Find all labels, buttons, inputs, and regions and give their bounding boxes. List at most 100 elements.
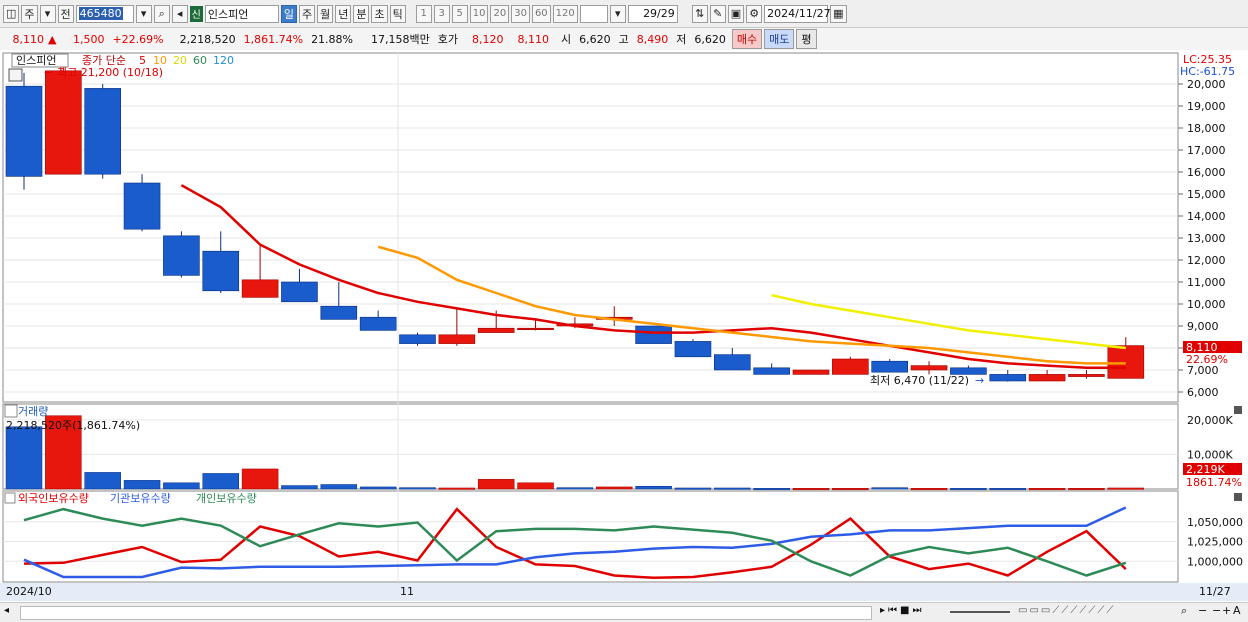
playback-controls[interactable]: ▸⏮■⏭ (880, 605, 924, 616)
bottom-bar: ◂ ▸⏮■⏭ ▭▭▭⟋⟋⟋⟋⟋⟋⟋ ⌕ − − + A (0, 602, 1248, 622)
prev-label: 전 (60, 7, 71, 21)
minute-20[interactable]: 20 (490, 4, 510, 23)
zoom-slider[interactable] (950, 611, 1010, 613)
drawing-tools[interactable]: ▭▭▭⟋⟋⟋⟋⟋⟋⟋ (1018, 605, 1115, 616)
candle-body (399, 334, 436, 344)
save-icon[interactable]: ▣ (727, 4, 745, 23)
min-annotation-arrow: → (975, 374, 984, 387)
buy-button[interactable]: 매수 (731, 29, 763, 49)
candle-body (320, 305, 358, 320)
ma-legend-20: 20 (173, 54, 187, 67)
stock-name-field[interactable]: 인스피언 (204, 4, 279, 23)
period-second[interactable]: 초 (371, 4, 388, 23)
min-annotation: 최저 6,470 (11/22) (870, 374, 969, 387)
last-volume-percent: 1861.74% (1186, 476, 1242, 489)
period-month[interactable]: 월 (317, 4, 334, 23)
price-tick-label: 12,000 (1187, 254, 1226, 267)
calendar-icon[interactable]: ▦ (830, 4, 847, 23)
count-value: 29/29 (643, 7, 675, 20)
volume-panel-close-icon[interactable] (1234, 406, 1242, 414)
candle-body (84, 88, 121, 175)
chart-window-icon[interactable]: ◫ (3, 4, 20, 23)
plus-icon[interactable]: + (1222, 604, 1231, 617)
ma-legend-120: 120 (213, 54, 234, 67)
volume-bar (635, 485, 672, 490)
period-minute[interactable]: 분 (353, 4, 370, 23)
chart-settings-icon[interactable] (8, 68, 23, 82)
minus-icon[interactable]: − (1212, 604, 1221, 617)
prev-button[interactable]: 전 (57, 4, 74, 23)
price-tick-label: 6,000 (1187, 386, 1219, 399)
market-label: 주 (24, 7, 35, 21)
minute-3[interactable]: 3 (433, 4, 450, 23)
stock-code-input[interactable]: 465480 (75, 4, 134, 23)
legend-foreign: 외국인보유수량 (18, 492, 89, 505)
gear-icon[interactable]: ⚙ (746, 4, 763, 23)
font-size-icon[interactable]: A (1233, 604, 1241, 617)
up-arrow-icon: ▲ (48, 32, 57, 46)
period-tick[interactable]: 틱 (389, 4, 406, 23)
volume-bar (714, 487, 751, 490)
period-year[interactable]: 년 (335, 4, 352, 23)
candle-body (281, 281, 318, 303)
price-tick-label: 16,000 (1187, 166, 1226, 179)
volume-title: 거래량 (18, 405, 48, 418)
candle-body (792, 369, 830, 375)
custom-period-input[interactable] (579, 4, 608, 23)
minute-60[interactable]: 60 (531, 4, 551, 23)
scrollbar-track[interactable] (20, 606, 872, 620)
chart-area[interactable]: 20,000 19,000 18,000 17,000 16,000 15,000 14,0… (0, 50, 1248, 602)
market-select[interactable]: 주 (21, 4, 38, 23)
speaker-icon[interactable]: ◂ (171, 4, 188, 23)
scroll-left-icon[interactable]: ◂ (4, 605, 16, 619)
price-tick-label: 15,000 (1187, 188, 1226, 201)
compare-icon[interactable]: ⇅ (691, 4, 708, 23)
x-axis-end: 11/27 (1199, 585, 1231, 598)
holdings-tick-label: 1,000,000 (1187, 555, 1243, 568)
volume: 2,218,520 (179, 32, 236, 46)
search-icon[interactable]: ⌕ (153, 4, 170, 23)
ma-legend-60: 60 (193, 54, 207, 67)
candle-body (1028, 374, 1066, 382)
eval-button[interactable]: 평 (796, 29, 817, 49)
zoom-icon[interactable]: ⌕ (1181, 604, 1187, 618)
volume-bar (477, 479, 515, 490)
low-price: 6,620 (694, 32, 726, 46)
sin-badge: 신 (189, 5, 203, 22)
volume-bar (1068, 488, 1105, 491)
draw-tool-icon[interactable]: ✎ (709, 4, 726, 23)
zoom-out-icon[interactable]: − (1198, 604, 1207, 617)
minute-1[interactable]: 1 (415, 4, 432, 23)
candle-body (163, 235, 200, 276)
period-day[interactable]: 일 (280, 4, 297, 23)
hc-value: HC:-61.75 (1180, 65, 1235, 78)
volume-bar (753, 488, 790, 491)
max-annotation-arrow: ← (44, 66, 53, 79)
volume-bar (596, 486, 633, 490)
market-dropdown-icon[interactable]: ▾ (39, 4, 56, 23)
price-tick-label: 14,000 (1187, 210, 1226, 223)
price-tick-label: 10,000 (1187, 298, 1226, 311)
minute-120[interactable]: 120 (552, 4, 578, 23)
bid-price: 8,110 (517, 32, 550, 46)
period-week[interactable]: 주 (298, 4, 316, 23)
minute-10[interactable]: 10 (469, 4, 489, 23)
date-field[interactable]: 2024/11/27 (764, 4, 831, 23)
price-tick-label: 13,000 (1187, 232, 1226, 245)
holdings-tick-label: 1,050,000 (1187, 516, 1243, 529)
volume-bar (950, 488, 987, 491)
volume-bar (202, 473, 239, 490)
count-field[interactable]: 29/29 (627, 4, 678, 23)
sell-button[interactable]: 매도 (764, 29, 795, 49)
price-tick-label: 11,000 (1187, 276, 1226, 289)
minute-5[interactable]: 5 (451, 4, 468, 23)
volume-bar (241, 468, 279, 490)
holdings-panel-close-icon[interactable] (1234, 493, 1242, 501)
price-tick-label: 18,000 (1187, 122, 1226, 135)
candle-body (674, 341, 712, 358)
change-percent: +22.69% (112, 32, 164, 46)
minute-30[interactable]: 30 (511, 4, 530, 23)
code-dropdown-icon[interactable]: ▾ (135, 4, 152, 23)
custom-period-dropdown-icon[interactable]: ▾ (609, 4, 626, 23)
volume-bar (517, 482, 554, 490)
